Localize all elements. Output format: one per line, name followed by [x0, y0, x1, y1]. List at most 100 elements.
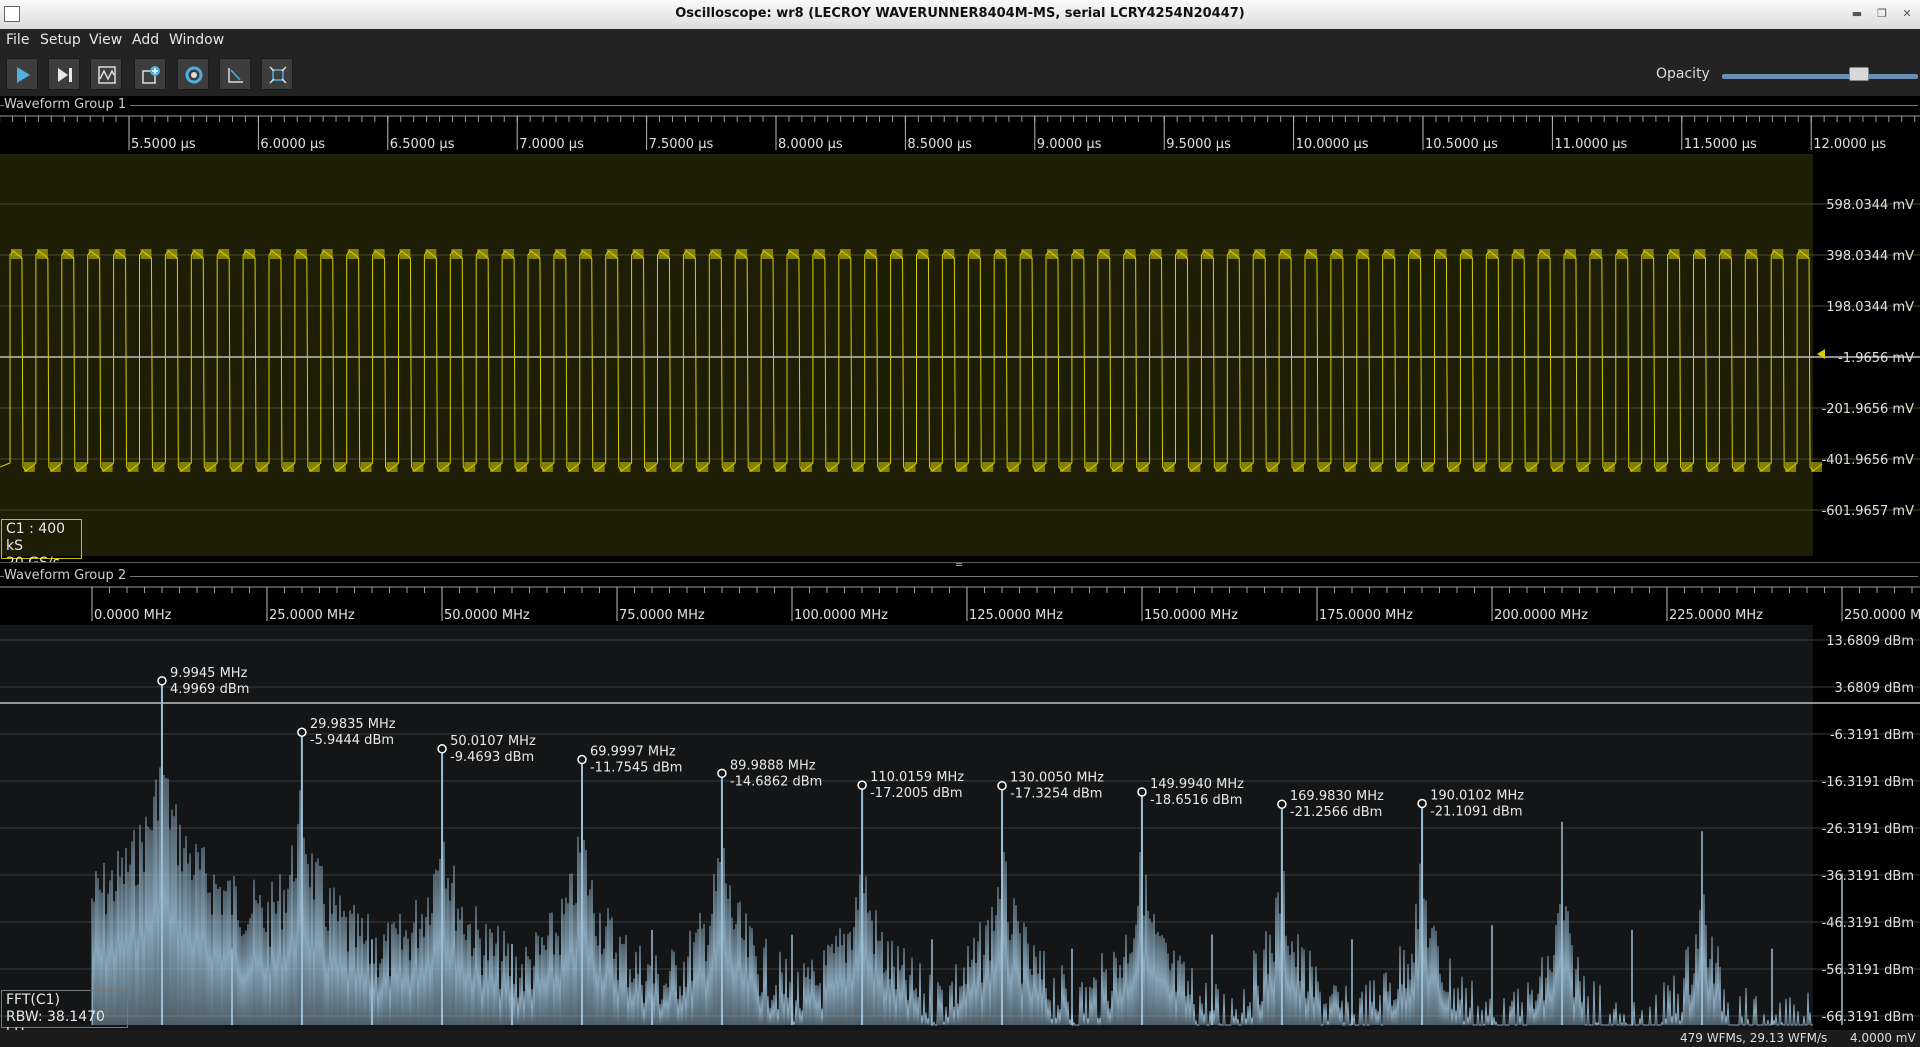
voltage-tick-label: -1.9656 mV: [1838, 351, 1914, 366]
noise-band: [1461, 249, 1473, 259]
peak-marker: [1277, 799, 1287, 809]
noise-band: [865, 249, 877, 259]
voltage-tick-label: -601.9657 mV: [1822, 504, 1915, 519]
add-channel-button[interactable]: [134, 58, 166, 90]
noise-band: [658, 249, 670, 259]
noise-band: [1318, 462, 1330, 472]
frequency-tick-label: 175.0000 MHz: [1319, 608, 1413, 623]
noise-band: [114, 249, 126, 259]
noise-band: [425, 249, 437, 259]
frequency-tick-label: 25.0000 MHz: [269, 608, 355, 623]
step-forward-icon: [58, 68, 72, 82]
peak-marker: [717, 768, 727, 779]
noise-band: [360, 462, 372, 472]
voltage-tick-label: 198.0344 mV: [1826, 300, 1914, 315]
noise-band: [1228, 249, 1240, 259]
noise-band: [11, 249, 22, 259]
voltage-tick-label: -201.9656 mV: [1822, 402, 1915, 417]
noise-band: [1448, 462, 1460, 472]
menu-file[interactable]: File: [6, 32, 29, 48]
time-tick-label: 6.0000 µs: [260, 137, 325, 152]
noise-band: [1552, 462, 1563, 472]
channel-info-fft[interactable]: FFT(C1) RBW: 38.1470 kHz: [1, 990, 128, 1042]
voltage-tick-label: 598.0344 mV: [1826, 198, 1914, 213]
peak-frequency-label: 9.9945 MHz: [170, 666, 248, 681]
noise-band: [1577, 462, 1589, 472]
noise-band: [308, 462, 320, 472]
peak-marker: [157, 676, 167, 686]
noise-band: [541, 462, 553, 472]
noise-band: [1539, 249, 1551, 259]
noise-band: [503, 249, 515, 259]
dbm-tick-label: -66.3191 dBm: [1822, 1010, 1914, 1025]
menu-setup[interactable]: Setup: [40, 32, 81, 48]
noise-band: [477, 249, 489, 259]
noise-band: [1474, 462, 1486, 472]
frequency-tick-label: 100.0000 MHz: [794, 608, 888, 623]
noise-band: [762, 249, 774, 259]
window-titlebar: Oscilloscope: wr8 (LECROY WAVERUNNER8404…: [0, 0, 1920, 30]
noise-band: [1357, 249, 1369, 259]
noise-band: [1681, 462, 1693, 472]
time-tick-label: 9.5000 µs: [1166, 137, 1231, 152]
start-trigger-button[interactable]: [6, 58, 38, 90]
channel-info-c1[interactable]: C1 : 400 kS 20 GS/s: [1, 519, 82, 571]
minimize-icon[interactable]: ▬: [1850, 7, 1864, 21]
time-tick-label: 8.0000 µs: [778, 137, 843, 152]
noise-band: [1215, 462, 1227, 472]
menu-add[interactable]: Add: [132, 32, 159, 48]
frequency-tick-label: 125.0000 MHz: [969, 608, 1063, 623]
status-voltage: 4.0000 mV: [1850, 1031, 1916, 1045]
noise-band: [1008, 462, 1020, 472]
noise-band: [878, 462, 890, 472]
waveform-plot-c1[interactable]: 598.0344 mV 398.0344 mV 198.0344 mV -1.9656…: [0, 154, 1920, 562]
waveform-view-button[interactable]: [90, 58, 122, 90]
maximize-icon[interactable]: ❐: [1875, 7, 1889, 21]
noise-band: [1629, 462, 1641, 472]
peak-frequency-label: 169.9830 MHz: [1290, 789, 1384, 804]
noise-band: [891, 249, 903, 259]
noise-band: [839, 249, 851, 259]
noise-band: [1034, 462, 1045, 472]
noise-band: [1047, 249, 1058, 259]
fft-plot[interactable]: 13.6809 dBm 3.6809 dBm -6.3191 dBm -16.3191…: [0, 625, 1920, 1030]
frequency-tick-label: 0.0000 MHz: [94, 608, 172, 623]
peak-frequency-label: 50.0107 MHz: [450, 734, 536, 749]
noise-band: [295, 249, 307, 259]
peak-frequency-label: 110.0159 MHz: [870, 770, 964, 785]
single-trigger-button[interactable]: [48, 58, 80, 90]
noise-band: [1293, 462, 1304, 472]
time-axis[interactable]: 5.5000 µs 6.0000 µs 6.5000 µs 7.0000 µs 7.50…: [0, 114, 1920, 154]
peak-frequency-label: 89.9888 MHz: [730, 758, 816, 773]
noise-band: [1163, 462, 1175, 472]
opacity-slider-track[interactable]: [1722, 74, 1918, 79]
opacity-slider-handle[interactable]: [1848, 67, 1869, 81]
noise-band: [88, 249, 100, 259]
noise-band: [1500, 462, 1512, 472]
noise-band: [671, 462, 683, 472]
measure-button[interactable]: [219, 58, 251, 90]
frequency-axis[interactable]: 0.0000 MHz 25.0000 MHz 50.0000 MHz 75.0000 …: [0, 585, 1920, 625]
noise-band: [192, 249, 204, 259]
menu-window[interactable]: Window: [169, 32, 224, 48]
time-tick-label: 10.0000 µs: [1296, 137, 1369, 152]
noise-band: [1759, 462, 1771, 472]
peak-level-label: -11.7545 dBm: [590, 761, 682, 776]
noise-band: [645, 462, 657, 472]
refresh-button[interactable]: [177, 58, 209, 90]
time-tick-label: 10.5000 µs: [1425, 137, 1498, 152]
noise-band: [179, 462, 191, 472]
close-icon[interactable]: ✕: [1900, 7, 1914, 21]
peak-frequency-label: 149.9940 MHz: [1150, 777, 1244, 792]
noise-band: [1435, 249, 1447, 259]
fullscreen-button[interactable]: [261, 58, 293, 90]
peak-marker: [437, 744, 447, 754]
time-tick-label: 7.5000 µs: [649, 137, 714, 152]
noise-band: [917, 249, 929, 259]
noise-band: [1513, 249, 1525, 259]
menu-view[interactable]: View: [89, 32, 122, 48]
noise-band: [775, 462, 786, 472]
noise-band: [969, 249, 981, 259]
toolbar: Opacity: [0, 52, 1920, 96]
noise-band: [166, 249, 178, 259]
